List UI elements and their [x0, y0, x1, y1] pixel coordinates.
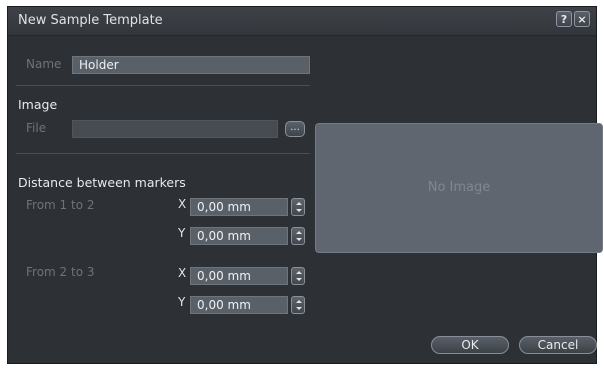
arrow-up-icon	[296, 202, 302, 205]
no-image-text: No Image	[427, 180, 491, 195]
distance-2-3-y-input[interactable]: 0,00 mm	[190, 296, 288, 314]
y-axis-label: Y	[178, 295, 186, 309]
cancel-button[interactable]: Cancel	[519, 336, 597, 354]
separator	[16, 153, 310, 154]
name-input[interactable]: Holder	[72, 56, 310, 74]
title-bar: New Sample Template ? ×	[8, 7, 596, 36]
close-button[interactable]: ×	[574, 11, 590, 27]
separator	[16, 85, 310, 86]
ok-button[interactable]: OK	[431, 336, 509, 354]
arrow-up-icon	[296, 300, 302, 303]
distance-2-3-y-stepper[interactable]	[291, 296, 305, 314]
y-axis-label: Y	[178, 226, 186, 240]
arrow-down-icon	[296, 209, 302, 212]
distance-1-2-x-stepper[interactable]	[291, 198, 305, 216]
file-path-input[interactable]	[72, 120, 278, 138]
distance-1-2-x-input[interactable]: 0,00 mm	[190, 198, 288, 216]
arrow-up-icon	[296, 231, 302, 234]
arrow-up-icon	[296, 271, 302, 274]
from-1-to-2-label: From 1 to 2	[26, 198, 95, 212]
name-label: Name	[26, 57, 62, 71]
distance-1-2-y-stepper[interactable]	[291, 227, 305, 245]
distance-section-heading: Distance between markers	[18, 175, 186, 190]
arrow-down-icon	[296, 278, 302, 281]
distance-2-3-x-stepper[interactable]	[291, 267, 305, 285]
distance-2-3-x-input[interactable]: 0,00 mm	[190, 267, 288, 285]
new-sample-template-dialog: New Sample Template ? × Name Holder Imag…	[7, 6, 603, 364]
image-section-heading: Image	[18, 97, 58, 112]
image-preview: No Image	[315, 123, 603, 253]
x-axis-label: X	[178, 266, 187, 280]
from-2-to-3-label: From 2 to 3	[26, 265, 95, 279]
arrow-down-icon	[296, 238, 302, 241]
arrow-down-icon	[296, 307, 302, 310]
help-button[interactable]: ?	[556, 11, 572, 27]
browse-button[interactable]: ...	[285, 121, 305, 137]
distance-1-2-y-input[interactable]: 0,00 mm	[190, 227, 288, 245]
x-axis-label: X	[178, 197, 187, 211]
dialog-title: New Sample Template	[18, 13, 163, 28]
file-label: File	[26, 121, 47, 135]
